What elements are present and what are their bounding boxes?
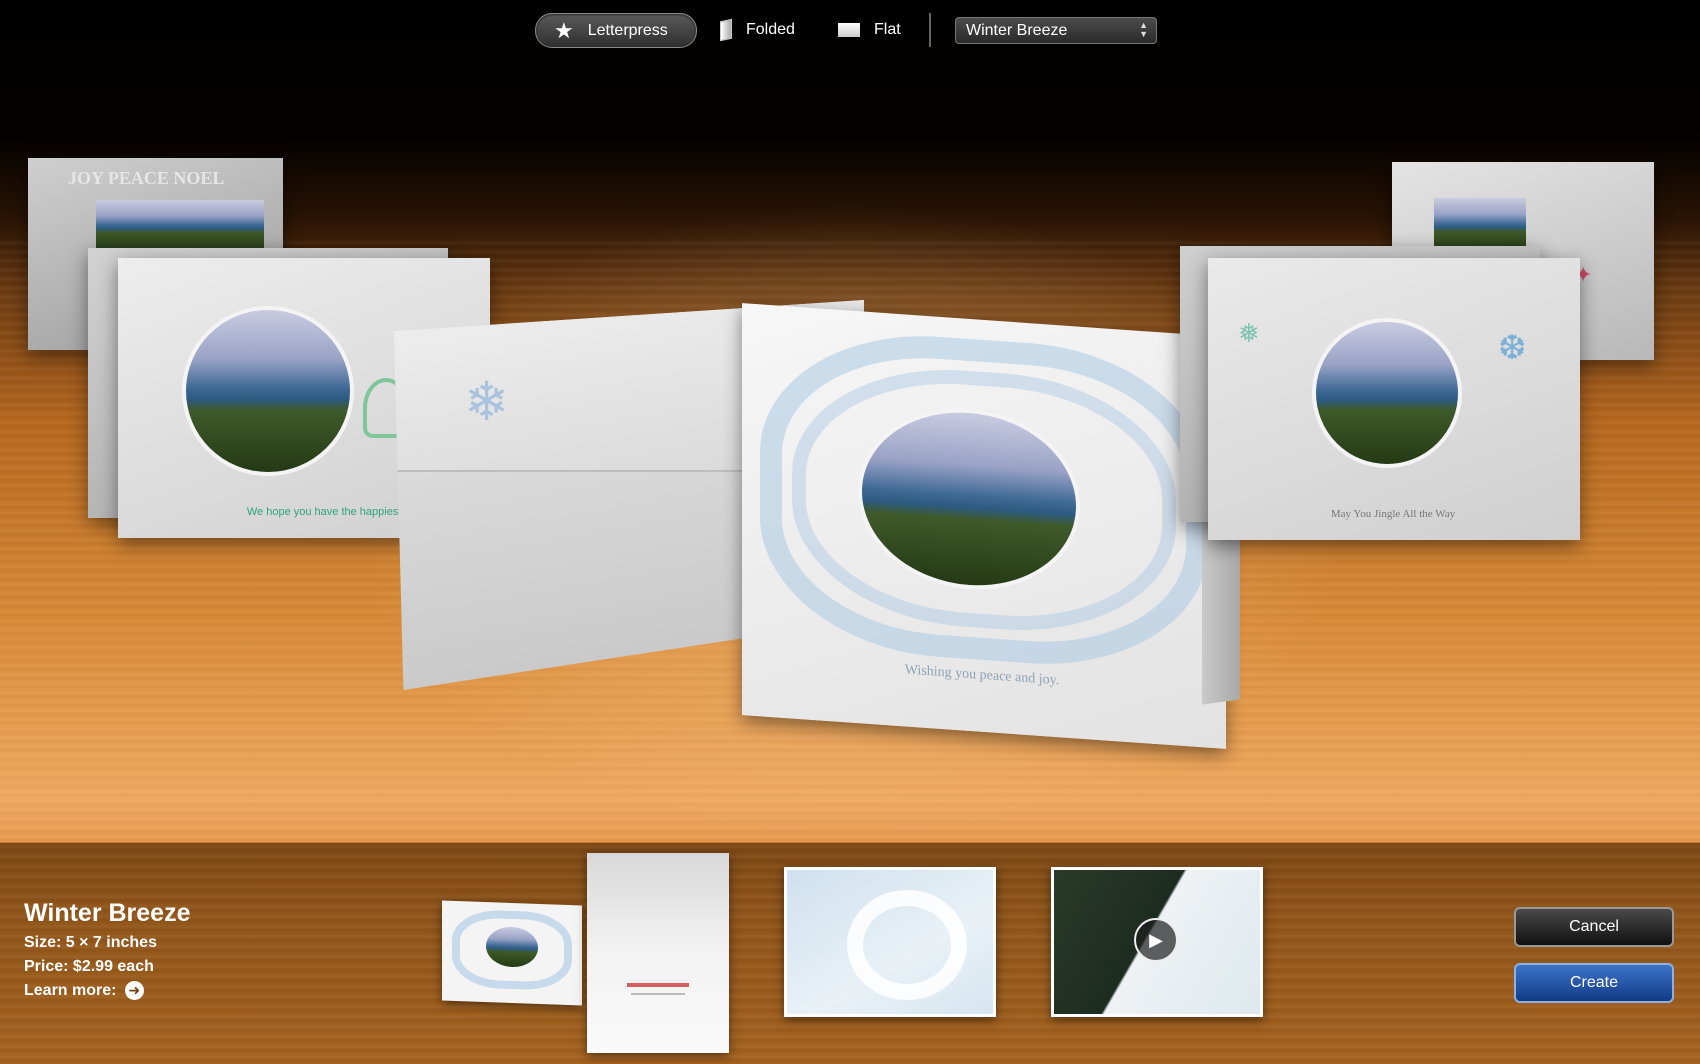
thumb-detail-swirl [847,890,967,1000]
folded-card-icon [720,18,732,41]
card-name: Winter Breeze [24,899,191,927]
card-right-front-caption: May You Jingle All the Way [1330,508,1456,520]
thumbnail-letterpress-detail[interactable] [784,867,996,1017]
card-info: Winter Breeze Size: 5 × 7 inches Price: … [24,899,191,1003]
play-icon[interactable]: ▶ [1134,918,1178,962]
thumbnail-card-open[interactable] [442,900,582,1006]
arrow-right-icon: ➜ [124,981,144,1001]
details-bar: Winter Breeze Size: 5 × 7 inches Price: … [0,842,1700,1064]
price-value: $2.99 each [72,958,154,975]
card-left-back-words: JOY PEACE NOEL [68,168,225,188]
price-label: Price: [24,958,69,975]
card-right-front[interactable]: ❅ ❆ May You Jingle All the Way [1208,258,1580,540]
card-carousel-stage: JOY PEACE NOEL We hope you have the happ… [0,0,1700,842]
size-label: Size: [24,934,62,951]
toolbar-divider [929,13,931,47]
ornament-icon-right: ❆ [1498,329,1527,367]
thumbnail-video[interactable]: ▶ [1051,867,1263,1017]
cancel-button[interactable]: Cancel [1514,907,1674,947]
style-folded-button[interactable]: Folded [720,13,820,46]
card-right-back-photo [1434,198,1526,252]
thumb-inside-text [627,983,689,987]
card-left-front-photo [182,306,354,476]
thumbnail-card-inside[interactable] [587,853,729,1053]
popup-arrows-icon: ▲ ▼ [1139,20,1148,39]
card-size: Size: 5 × 7 inches [24,931,191,955]
card-winter-breeze-caption: Wishing you peace and joy. [904,662,1060,689]
style-letterpress-label: Letterpress [587,21,668,39]
style-flat-label: Flat [874,20,901,38]
learn-more-label: Learn more: [24,982,117,999]
card-left-back-photo [96,200,264,252]
flat-card-icon [838,22,860,37]
ornament-icon: ❅ [1238,318,1260,348]
thumb-inside-text-2 [631,993,685,995]
star-icon: ★ [554,17,574,43]
theme-popup[interactable]: Winter Breeze ▲ ▼ [955,17,1157,44]
size-value: 5 × 7 inches [65,934,157,951]
learn-more-link[interactable]: Learn more: ➜ [24,979,191,1003]
create-button[interactable]: Create [1514,963,1674,1003]
card-winter-breeze[interactable]: Wishing you peace and joy. [742,303,1226,749]
card-right-front-photo [1312,318,1462,468]
style-letterpress-button[interactable]: ★ Letterpress [535,13,697,48]
card-price: Price: $2.99 each [24,955,191,979]
toolbar: ★ Letterpress Folded Flat Winter Breeze … [0,13,1700,48]
style-flat-button[interactable]: Flat [838,13,918,46]
style-folded-label: Folded [746,20,795,38]
snowflake-icon: ❄ [464,372,510,432]
theme-popup-value: Winter Breeze [966,21,1068,39]
